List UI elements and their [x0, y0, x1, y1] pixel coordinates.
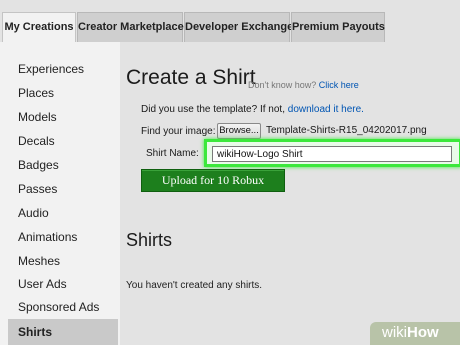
sidebar-item-meshes[interactable]: Meshes — [18, 254, 60, 268]
tab-creator-marketplace[interactable]: Creator Marketplace — [77, 12, 184, 42]
sidebar: Experiences Places Models Decals Badges … — [0, 42, 120, 345]
sidebar-item-passes[interactable]: Passes — [18, 182, 57, 196]
shirt-name-input[interactable] — [212, 146, 452, 162]
tab-bar: My Creations Creator Marketplace Develop… — [0, 0, 460, 43]
wikihow-watermark: wikiHow — [382, 324, 439, 341]
sidebar-item-shirts[interactable]: Shirts — [8, 319, 118, 345]
tab-developer-exchange[interactable]: Developer Exchange — [184, 12, 293, 42]
find-image-label: Find your image: — [141, 126, 216, 137]
sidebar-item-sponsored-ads[interactable]: Sponsored Ads — [18, 300, 99, 314]
main-content: Create a Shirt Don't know how? Click her… — [120, 42, 460, 345]
sidebar-item-places[interactable]: Places — [18, 86, 54, 100]
template-question-text: Did you use the template? If not, — [141, 104, 285, 115]
help-text: Don't know how? Click here — [248, 80, 359, 90]
sidebar-item-models[interactable]: Models — [18, 110, 57, 124]
sidebar-item-audio[interactable]: Audio — [18, 206, 49, 220]
shirt-name-label: Shirt Name: — [146, 148, 199, 159]
shirts-heading: Shirts — [126, 230, 173, 250]
watermark-suffix: How — [407, 324, 439, 341]
tab-premium-payouts[interactable]: Premium Payouts — [291, 12, 385, 42]
help-link[interactable]: Click here — [319, 80, 359, 90]
sidebar-item-decals[interactable]: Decals — [18, 134, 55, 148]
sidebar-item-user-ads[interactable]: User Ads — [18, 277, 67, 291]
shirts-empty-message: You haven't created any shirts. — [126, 280, 263, 291]
download-template-link[interactable]: download it here. — [288, 104, 364, 115]
selected-file-name: Template-Shirts-R15_04202017.png — [266, 125, 427, 136]
upload-button[interactable]: Upload for 10 Robux — [141, 169, 285, 192]
page-title: Create a Shirt — [126, 66, 256, 89]
browse-button[interactable]: Browse... — [217, 123, 261, 139]
tab-my-creations[interactable]: My Creations — [2, 12, 76, 43]
help-prefix: Don't know how? — [248, 80, 317, 90]
sidebar-item-animations[interactable]: Animations — [18, 230, 77, 244]
sidebar-item-experiences[interactable]: Experiences — [18, 62, 84, 76]
sidebar-item-badges[interactable]: Badges — [18, 158, 59, 172]
watermark-prefix: wiki — [382, 324, 407, 341]
template-question: Did you use the template? If not, downlo… — [141, 104, 364, 115]
